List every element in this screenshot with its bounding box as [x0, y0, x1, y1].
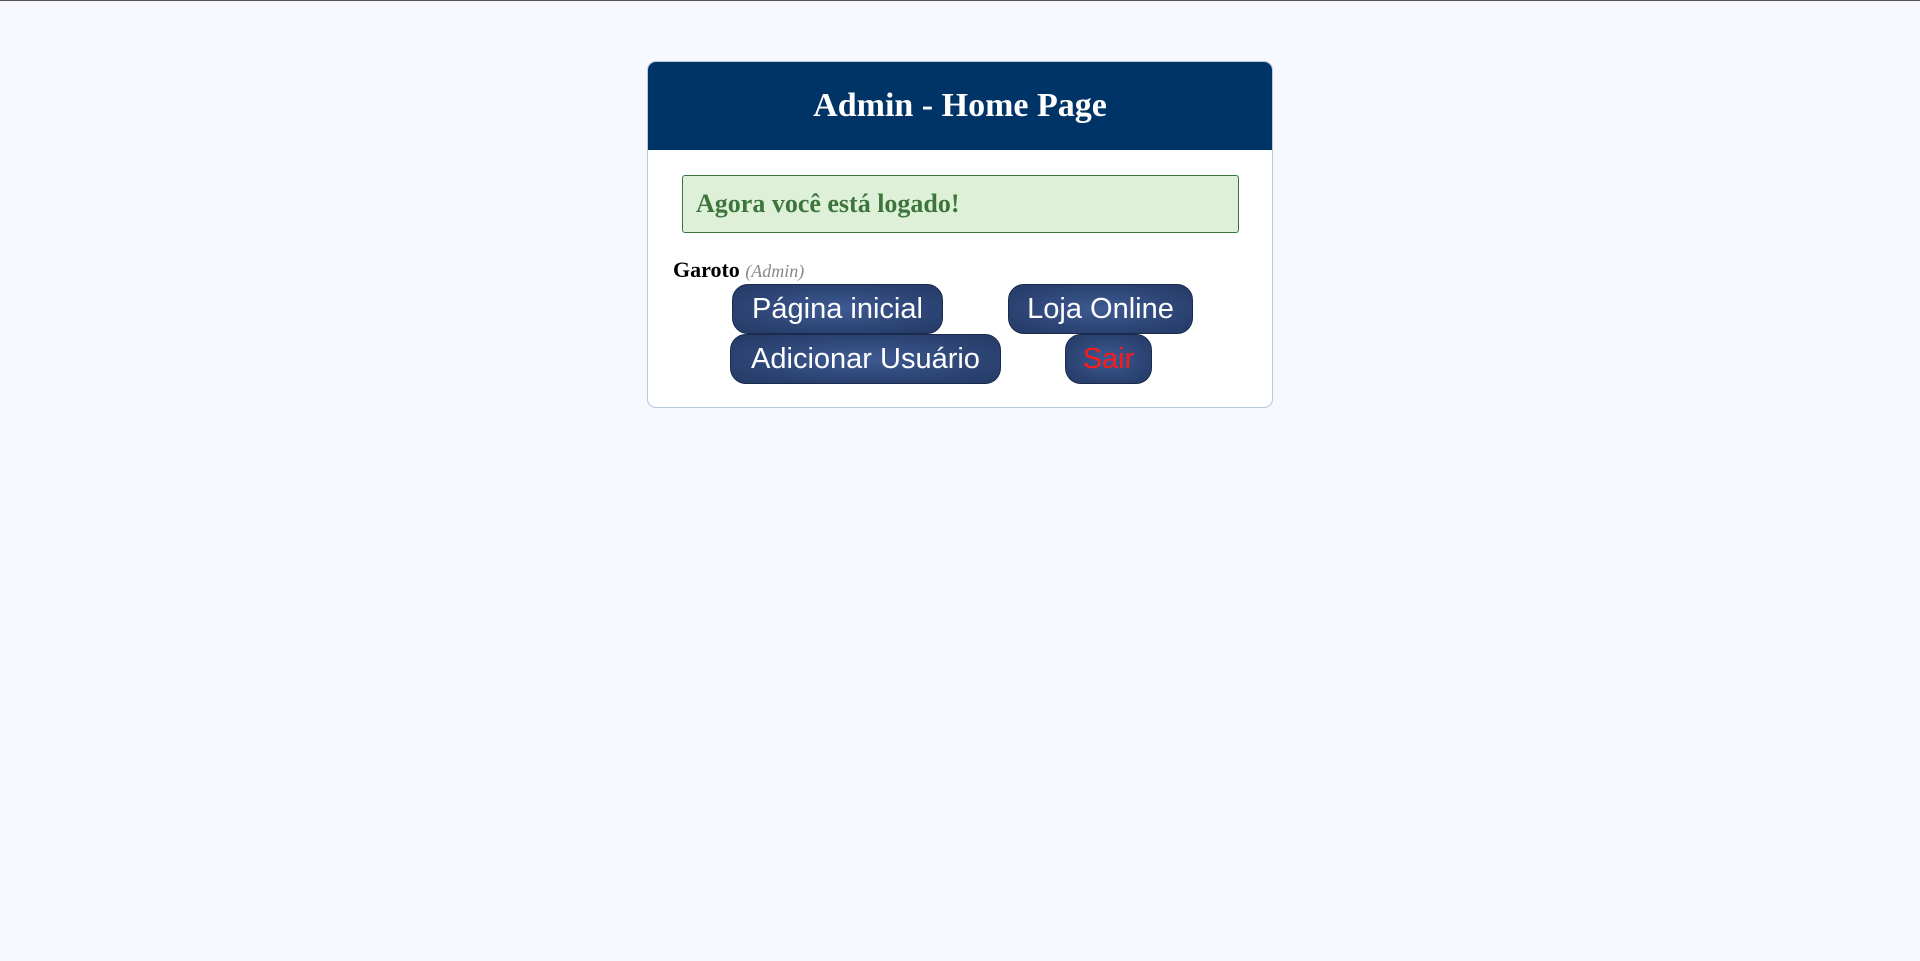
page-title: Admin - Home Page: [813, 87, 1107, 124]
user-role: (Admin): [745, 261, 805, 281]
home-page-button[interactable]: Página inicial: [732, 284, 943, 334]
admin-card: Admin - Home Page Agora você está logado…: [647, 61, 1273, 408]
success-alert: Agora você está logado!: [682, 175, 1239, 233]
logout-button[interactable]: Sair: [1065, 334, 1152, 384]
window-top-border: [0, 0, 1920, 1]
success-message: Agora você está logado!: [696, 189, 960, 218]
add-user-button[interactable]: Adicionar Usuário: [730, 334, 1001, 384]
user-name: Garoto: [673, 257, 740, 282]
card-header: Admin - Home Page: [648, 62, 1272, 150]
user-info: Garoto (Admin): [673, 257, 804, 284]
online-shop-button[interactable]: Loja Online: [1008, 284, 1193, 334]
